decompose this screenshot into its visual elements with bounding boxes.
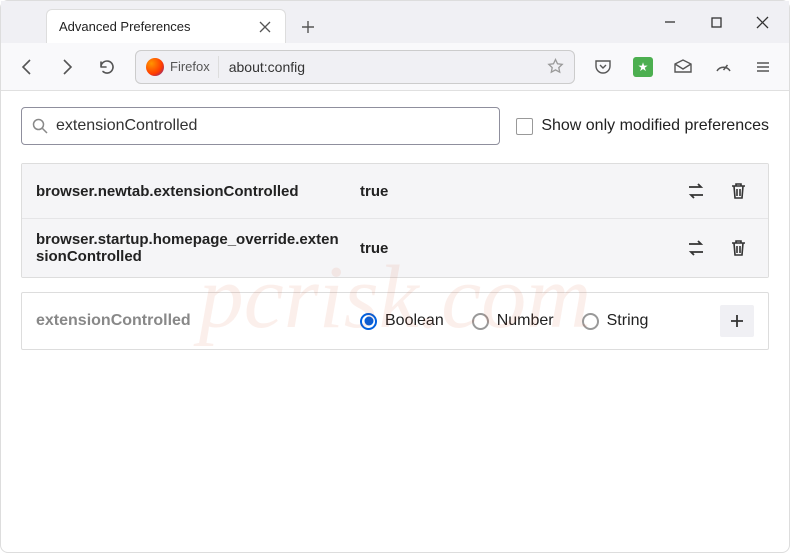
type-radio-group: Boolean Number String	[360, 312, 706, 330]
nav-toolbar: Firefox about:config	[1, 43, 789, 91]
menu-button[interactable]	[745, 49, 781, 85]
url-bar[interactable]: Firefox about:config	[135, 50, 575, 84]
close-tab-icon[interactable]	[257, 19, 273, 35]
tab-title: Advanced Preferences	[59, 19, 247, 34]
preference-name: browser.newtab.extensionControlled	[36, 183, 346, 200]
search-row: Show only modified preferences	[21, 107, 769, 145]
minimize-button[interactable]	[647, 6, 693, 38]
search-icon	[32, 118, 48, 134]
extension-icon[interactable]	[625, 49, 661, 85]
type-option-string[interactable]: String	[582, 312, 649, 330]
url-text: about:config	[229, 59, 537, 75]
page-content: Show only modified preferences browser.n…	[1, 91, 789, 366]
create-preference-row: extensionControlled Boolean Number Strin…	[21, 292, 769, 350]
search-box[interactable]	[21, 107, 500, 145]
type-option-number[interactable]: Number	[472, 312, 554, 330]
preference-actions	[680, 233, 754, 263]
identity-box[interactable]: Firefox	[146, 56, 219, 78]
checkbox-icon	[516, 118, 533, 135]
reload-button[interactable]	[89, 49, 125, 85]
preference-name: browser.startup.homepage_override.extens…	[36, 231, 346, 265]
mail-icon[interactable]	[665, 49, 701, 85]
checkbox-label: Show only modified preferences	[541, 117, 769, 135]
radio-label: Number	[497, 312, 554, 330]
browser-tab[interactable]: Advanced Preferences	[46, 9, 286, 43]
pocket-icon[interactable]	[585, 49, 621, 85]
delete-button[interactable]	[722, 233, 754, 263]
identity-label: Firefox	[170, 59, 210, 74]
add-preference-button[interactable]	[720, 305, 754, 337]
new-tab-button[interactable]	[292, 11, 324, 43]
maximize-button[interactable]	[693, 6, 739, 38]
window-titlebar: Advanced Preferences	[1, 1, 789, 43]
firefox-logo-icon	[146, 58, 164, 76]
bookmark-star-icon[interactable]	[547, 58, 564, 75]
modified-only-checkbox[interactable]: Show only modified preferences	[516, 117, 769, 135]
toggle-button[interactable]	[680, 176, 712, 206]
gauge-icon[interactable]	[705, 49, 741, 85]
radio-icon	[360, 313, 377, 330]
create-preference-name: extensionControlled	[36, 312, 346, 330]
radio-label: Boolean	[385, 312, 444, 330]
preference-value: true	[360, 183, 666, 200]
back-button[interactable]	[9, 49, 45, 85]
close-window-button[interactable]	[739, 6, 785, 38]
preference-actions	[680, 176, 754, 206]
preference-row: browser.newtab.extensionControlled true	[22, 164, 768, 219]
radio-icon	[582, 313, 599, 330]
radio-label: String	[607, 312, 649, 330]
search-input[interactable]	[56, 117, 489, 135]
toggle-button[interactable]	[680, 233, 712, 263]
preference-row: browser.startup.homepage_override.extens…	[22, 219, 768, 277]
forward-button[interactable]	[49, 49, 85, 85]
window-controls	[647, 1, 789, 43]
preferences-list: browser.newtab.extensionControlled true …	[21, 163, 769, 278]
type-option-boolean[interactable]: Boolean	[360, 312, 444, 330]
preference-value: true	[360, 240, 666, 257]
radio-icon	[472, 313, 489, 330]
delete-button[interactable]	[722, 176, 754, 206]
